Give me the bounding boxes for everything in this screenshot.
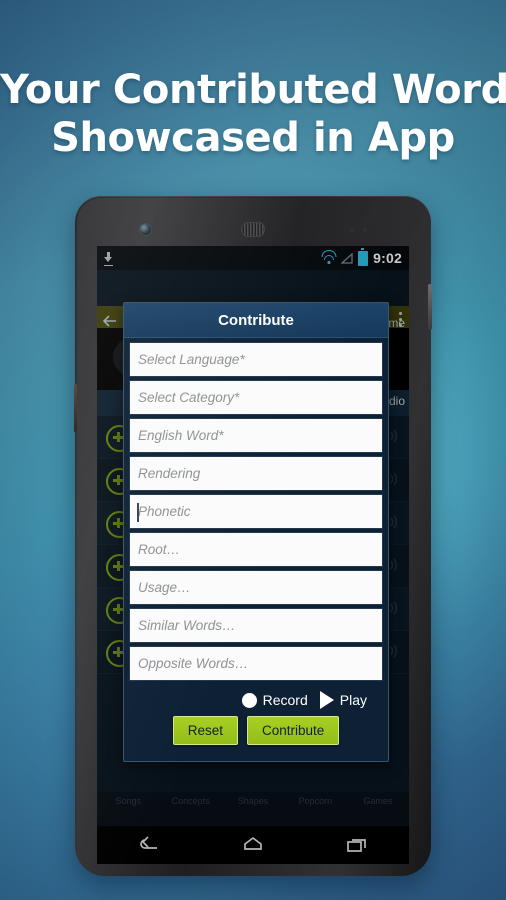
rendering-placeholder: Rendering (138, 466, 201, 481)
root-input[interactable]: Root… (129, 532, 383, 567)
dialog-actions: Reset Contribute (129, 713, 383, 755)
opposite-words-placeholder: Opposite Words… (138, 656, 249, 671)
select-language-placeholder: Select Language* (138, 352, 245, 367)
play-triangle-icon[interactable] (319, 691, 334, 709)
nav-home-icon[interactable] (240, 835, 266, 855)
earpiece-speaker-icon (241, 222, 265, 237)
front-camera-icon (140, 224, 151, 235)
phone-device-frame: 9:02 ime udio Songs Concepts Shapes Popc… (74, 196, 432, 876)
usage-input[interactable]: Usage… (129, 570, 383, 605)
nav-back-icon[interactable] (136, 835, 162, 855)
english-word-input[interactable]: English Word* (129, 418, 383, 453)
select-category-placeholder: Select Category* (138, 390, 240, 405)
android-navigation-bar (97, 826, 409, 864)
play-label[interactable]: Play (340, 692, 367, 708)
dialog-form: Select Language* Select Category* Englis… (124, 338, 388, 761)
select-language-input[interactable]: Select Language* (129, 342, 383, 377)
headline-line-1: Your Contributed Words (0, 67, 506, 113)
phonetic-placeholder: Phonetic (138, 504, 191, 519)
reset-button[interactable]: Reset (172, 716, 238, 745)
usage-placeholder: Usage… (138, 580, 191, 595)
record-label[interactable]: Record (263, 692, 308, 708)
phonetic-input[interactable]: Phonetic (129, 494, 383, 529)
similar-words-placeholder: Similar Words… (138, 618, 236, 633)
english-word-placeholder: English Word* (138, 428, 224, 443)
contribute-button[interactable]: Contribute (246, 716, 340, 745)
opposite-words-input[interactable]: Opposite Words… (129, 646, 383, 681)
proximity-sensor-icon (350, 228, 354, 232)
dialog-title: Contribute (124, 303, 388, 338)
contribute-dialog: Contribute Select Language* Select Categ… (123, 302, 389, 762)
power-button[interactable] (428, 284, 432, 330)
back-arrow-icon[interactable] (101, 312, 119, 330)
media-controls: Record Play (129, 684, 383, 713)
phone-screen: 9:02 ime udio Songs Concepts Shapes Popc… (97, 246, 409, 826)
overflow-menu-icon[interactable] (399, 312, 402, 327)
headline-line-2: Showcased in App (51, 115, 455, 161)
record-circle-icon[interactable] (241, 692, 257, 708)
nav-recents-icon[interactable] (344, 835, 370, 855)
volume-button[interactable] (74, 384, 77, 432)
rendering-input[interactable]: Rendering (129, 456, 383, 491)
similar-words-input[interactable]: Similar Words… (129, 608, 383, 643)
light-sensor-icon (363, 228, 367, 232)
promo-headline: Your Contributed Words Showcased in App (0, 66, 506, 162)
root-placeholder: Root… (138, 542, 181, 557)
text-cursor (137, 503, 139, 522)
select-category-input[interactable]: Select Category* (129, 380, 383, 415)
